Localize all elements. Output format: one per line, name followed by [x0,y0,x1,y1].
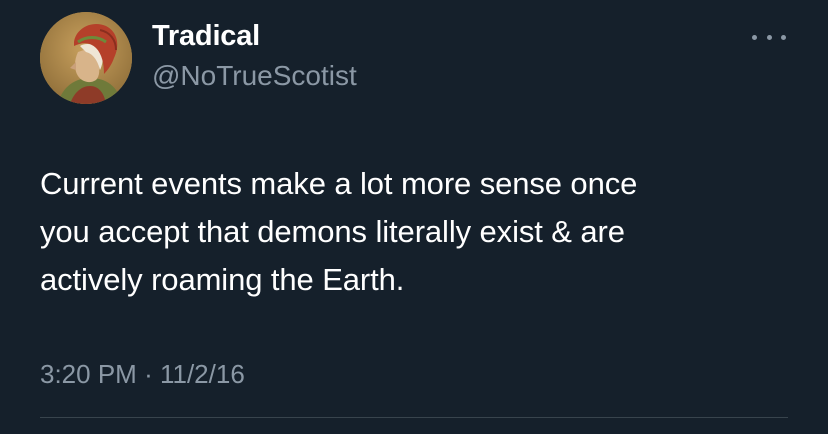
author-display-name[interactable]: Tradical [152,18,260,54]
more-options-button[interactable] [752,28,786,46]
tweet-card: Tradical @NoTrueScotist Current events m… [0,0,828,434]
tweet-text-line: actively roaming the Earth. [40,262,405,297]
tweet-timestamp[interactable]: 3:20 PM · 11/2/16 [40,356,245,392]
tweet-date: 11/2/16 [159,359,245,389]
tweet-text-line: you accept that demons literally exist &… [40,214,625,249]
tweet-text: Current events make a lot more sense onc… [40,160,800,304]
ellipsis-icon [766,34,772,40]
divider [40,417,788,418]
medieval-portrait-avatar [40,12,132,104]
tweet-time: 3:20 PM [40,359,137,389]
tweet-text-line: Current events make a lot more sense onc… [40,166,638,201]
author-handle[interactable]: @NoTrueScotist [152,58,357,94]
timestamp-separator: · [144,359,153,389]
ellipsis-icon [752,34,757,40]
avatar[interactable] [40,12,132,104]
ellipsis-icon [781,34,786,40]
